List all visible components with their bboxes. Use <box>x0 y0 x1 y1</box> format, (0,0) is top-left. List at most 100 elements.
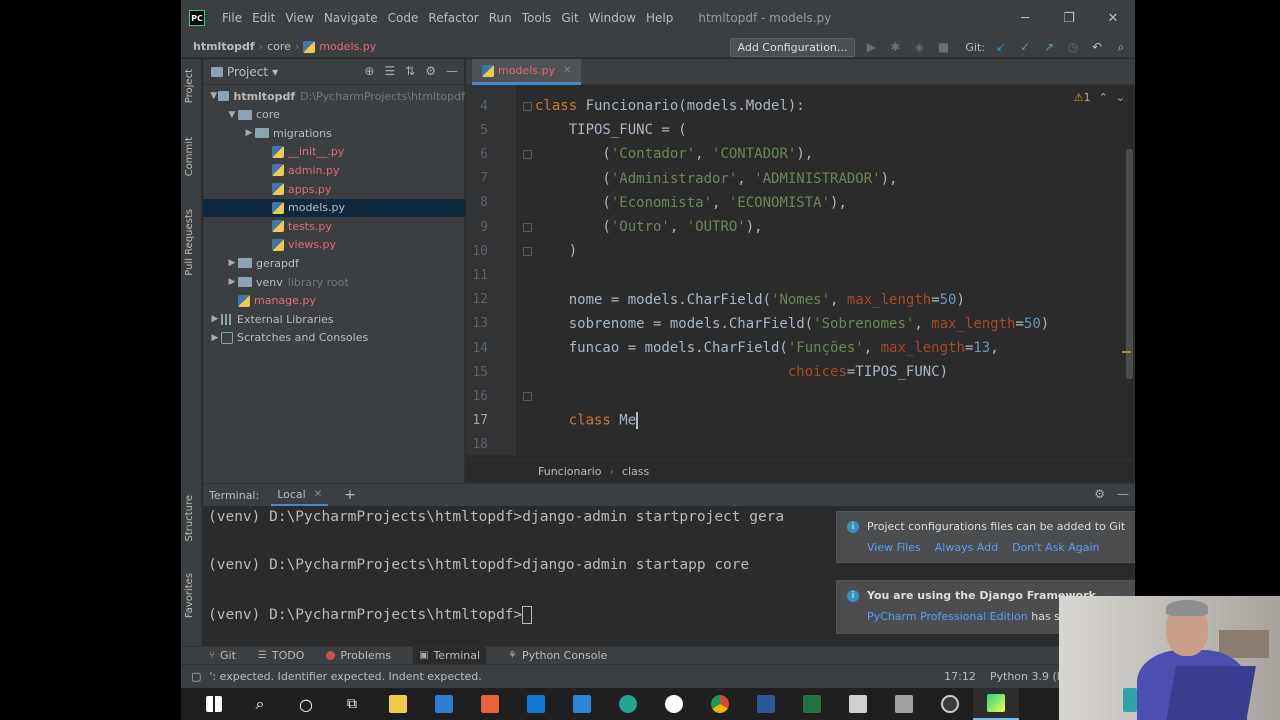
windows-start-icon[interactable] <box>191 688 237 720</box>
chevron-down-icon[interactable]: ▼ <box>209 91 218 101</box>
store-icon[interactable] <box>421 688 467 720</box>
code-line[interactable]: 8 ('Economista', 'ECONOMISTA'), <box>466 191 1135 215</box>
excel-icon[interactable] <box>789 688 835 720</box>
code-line[interactable]: 10 ) <box>466 239 1135 263</box>
code-line[interactable]: 6 ('Contador', 'CONTADOR'), <box>466 142 1135 166</box>
collapse-all-icon[interactable]: ⇅ <box>405 64 415 78</box>
close-terminal-tab-icon[interactable]: ✕ <box>314 489 322 500</box>
code-line[interactable]: 4 class Funcionario(models.Model): <box>466 94 1135 118</box>
locate-icon[interactable]: ⊕ <box>364 64 374 78</box>
app-icon-orange[interactable] <box>467 688 513 720</box>
coverage-icon[interactable]: ◈ <box>911 40 927 54</box>
menu-code[interactable]: Code <box>383 11 424 25</box>
tree-item-gerapdf[interactable]: ▶ gerapdf <box>203 254 465 272</box>
git-tool-tab[interactable]: ⑂ Git <box>209 649 236 662</box>
view-files-link[interactable]: View Files <box>867 541 921 554</box>
tree-item-admin-py[interactable]: admin.py <box>203 161 465 179</box>
tree-item-htmltopdf[interactable]: ▼ htmltopdf D:\PycharmProjects\htmltopdf <box>203 87 465 105</box>
app-icon-gray-2[interactable] <box>881 688 927 720</box>
tree-item--init-py[interactable]: __init__.py <box>203 143 465 161</box>
code-line[interactable]: 7 ('Administrador', 'ADMINISTRADOR'), <box>466 167 1135 191</box>
chevron-right-icon[interactable]: ▶ <box>209 333 221 343</box>
new-terminal-icon[interactable]: + <box>344 487 356 503</box>
run-icon[interactable]: ▶ <box>863 40 879 54</box>
fold-marker-icon[interactable] <box>523 222 532 232</box>
obs-icon[interactable] <box>927 688 973 720</box>
chevron-right-icon[interactable]: ▶ <box>243 128 255 138</box>
chrome-icon[interactable] <box>697 688 743 720</box>
breadcrumb-core[interactable]: core <box>263 40 295 53</box>
chevron-right-icon[interactable]: ▶ <box>226 277 238 287</box>
vertical-scrollbar[interactable] <box>1126 149 1133 379</box>
breadcrumb-inner[interactable]: class <box>622 465 649 478</box>
fold-marker-icon[interactable] <box>523 391 532 401</box>
menu-file[interactable]: File <box>217 11 247 25</box>
app-icon-gray[interactable] <box>835 688 881 720</box>
breadcrumb-file[interactable]: models.py <box>319 40 380 53</box>
commit-tool-tab[interactable]: Commit <box>184 137 195 176</box>
tree-item-external-libraries[interactable]: ▶ External Libraries <box>203 310 465 328</box>
tree-item-migrations[interactable]: ▶ migrations <box>203 124 465 142</box>
tree-item-manage-py[interactable]: manage.py <box>203 292 465 310</box>
pycharm-pro-link[interactable]: PyCharm Professional Edition <box>867 610 1028 623</box>
rollback-icon[interactable]: ↶ <box>1089 40 1105 54</box>
chevron-right-icon[interactable]: ▶ <box>209 314 221 324</box>
menu-tools[interactable]: Tools <box>517 11 557 25</box>
always-add-link[interactable]: Always Add <box>935 541 998 554</box>
code-line[interactable]: 17 class Me <box>466 409 1135 433</box>
menu-navigate[interactable]: Navigate <box>319 11 383 25</box>
close-tab-icon[interactable]: ✕ <box>563 65 571 76</box>
menu-view[interactable]: View <box>280 11 318 25</box>
add-configuration-button[interactable]: Add Configuration... <box>729 37 856 57</box>
dont-ask-again-link[interactable]: Don't Ask Again <box>1012 541 1099 554</box>
tab-models-py[interactable]: models.py ✕ <box>472 59 582 85</box>
minimize-icon[interactable]: ─ <box>1003 0 1047 36</box>
word-icon[interactable] <box>743 688 789 720</box>
cortana-icon[interactable]: ○ <box>283 688 329 720</box>
code-line[interactable]: 12 nome = models.CharField('Nomes', max_… <box>466 288 1135 312</box>
git-push-icon[interactable]: ↗ <box>1041 40 1057 54</box>
pycharm-taskbar-icon[interactable] <box>973 688 1019 720</box>
chevron-down-icon[interactable]: ▾ <box>272 65 278 79</box>
git-history-icon[interactable]: ◷ <box>1065 40 1081 54</box>
menu-refactor[interactable]: Refactor <box>423 11 483 25</box>
caret-position[interactable]: 17:12 <box>944 670 976 683</box>
lync-icon[interactable] <box>559 688 605 720</box>
code-line[interactable]: 14 funcao = models.CharField('Funções', … <box>466 336 1135 360</box>
expand-all-icon[interactable]: ☰ <box>384 64 395 78</box>
structure-tool-tab[interactable]: Structure <box>184 495 195 542</box>
hide-icon[interactable]: — <box>446 64 458 78</box>
code-line[interactable]: 9 ('Outro', 'OUTRO'), <box>466 215 1135 239</box>
code-line[interactable]: 16 <box>466 384 1135 408</box>
task-view-icon[interactable]: ⧉ <box>329 688 375 720</box>
close-icon[interactable]: ✕ <box>1091 0 1135 36</box>
file-explorer-icon[interactable] <box>375 688 421 720</box>
tree-item-core[interactable]: ▼ core <box>203 106 465 124</box>
code-line[interactable]: 15 choices=TIPOS_FUNC) <box>466 360 1135 384</box>
code-line[interactable]: 18 <box>466 433 1135 457</box>
menu-help[interactable]: Help <box>641 11 678 25</box>
fold-marker-icon[interactable] <box>523 149 532 159</box>
git-commit-icon[interactable]: ✓ <box>1017 40 1033 54</box>
tree-item-tests-py[interactable]: tests.py <box>203 217 465 235</box>
menu-run[interactable]: Run <box>484 11 517 25</box>
xbox-icon[interactable] <box>651 688 697 720</box>
git-update-icon[interactable]: ↙ <box>993 40 1009 54</box>
debug-icon[interactable]: ✱ <box>887 40 903 54</box>
breadcrumb-class[interactable]: Funcionario <box>538 465 602 478</box>
code-line[interactable]: 11 <box>466 263 1135 287</box>
todo-tool-tab[interactable]: ☰ TODO <box>258 649 304 662</box>
search-icon[interactable]: ⌕ <box>237 688 283 720</box>
code-line[interactable]: 5 TIPOS_FUNC = ( <box>466 118 1135 142</box>
stop-icon[interactable]: ■ <box>935 40 951 54</box>
fold-marker-icon[interactable] <box>523 246 532 256</box>
python-console-tool-tab[interactable]: ⚘ Python Console <box>508 649 607 662</box>
code-line[interactable]: 13 sobrenome = models.CharField('Sobreno… <box>466 312 1135 336</box>
tree-item-scratches-and-consoles[interactable]: ▶ Scratches and Consoles <box>203 329 465 347</box>
search-icon[interactable]: ⌕ <box>1113 40 1129 55</box>
gear-icon[interactable]: ⚙ <box>1094 487 1105 501</box>
inspection-widget[interactable]: ⚠1 ⌃ ⌄ <box>1074 91 1125 104</box>
error-stripe-mark[interactable] <box>1122 351 1131 353</box>
menu-window[interactable]: Window <box>584 11 641 25</box>
restore-icon[interactable]: ❐ <box>1047 0 1091 36</box>
